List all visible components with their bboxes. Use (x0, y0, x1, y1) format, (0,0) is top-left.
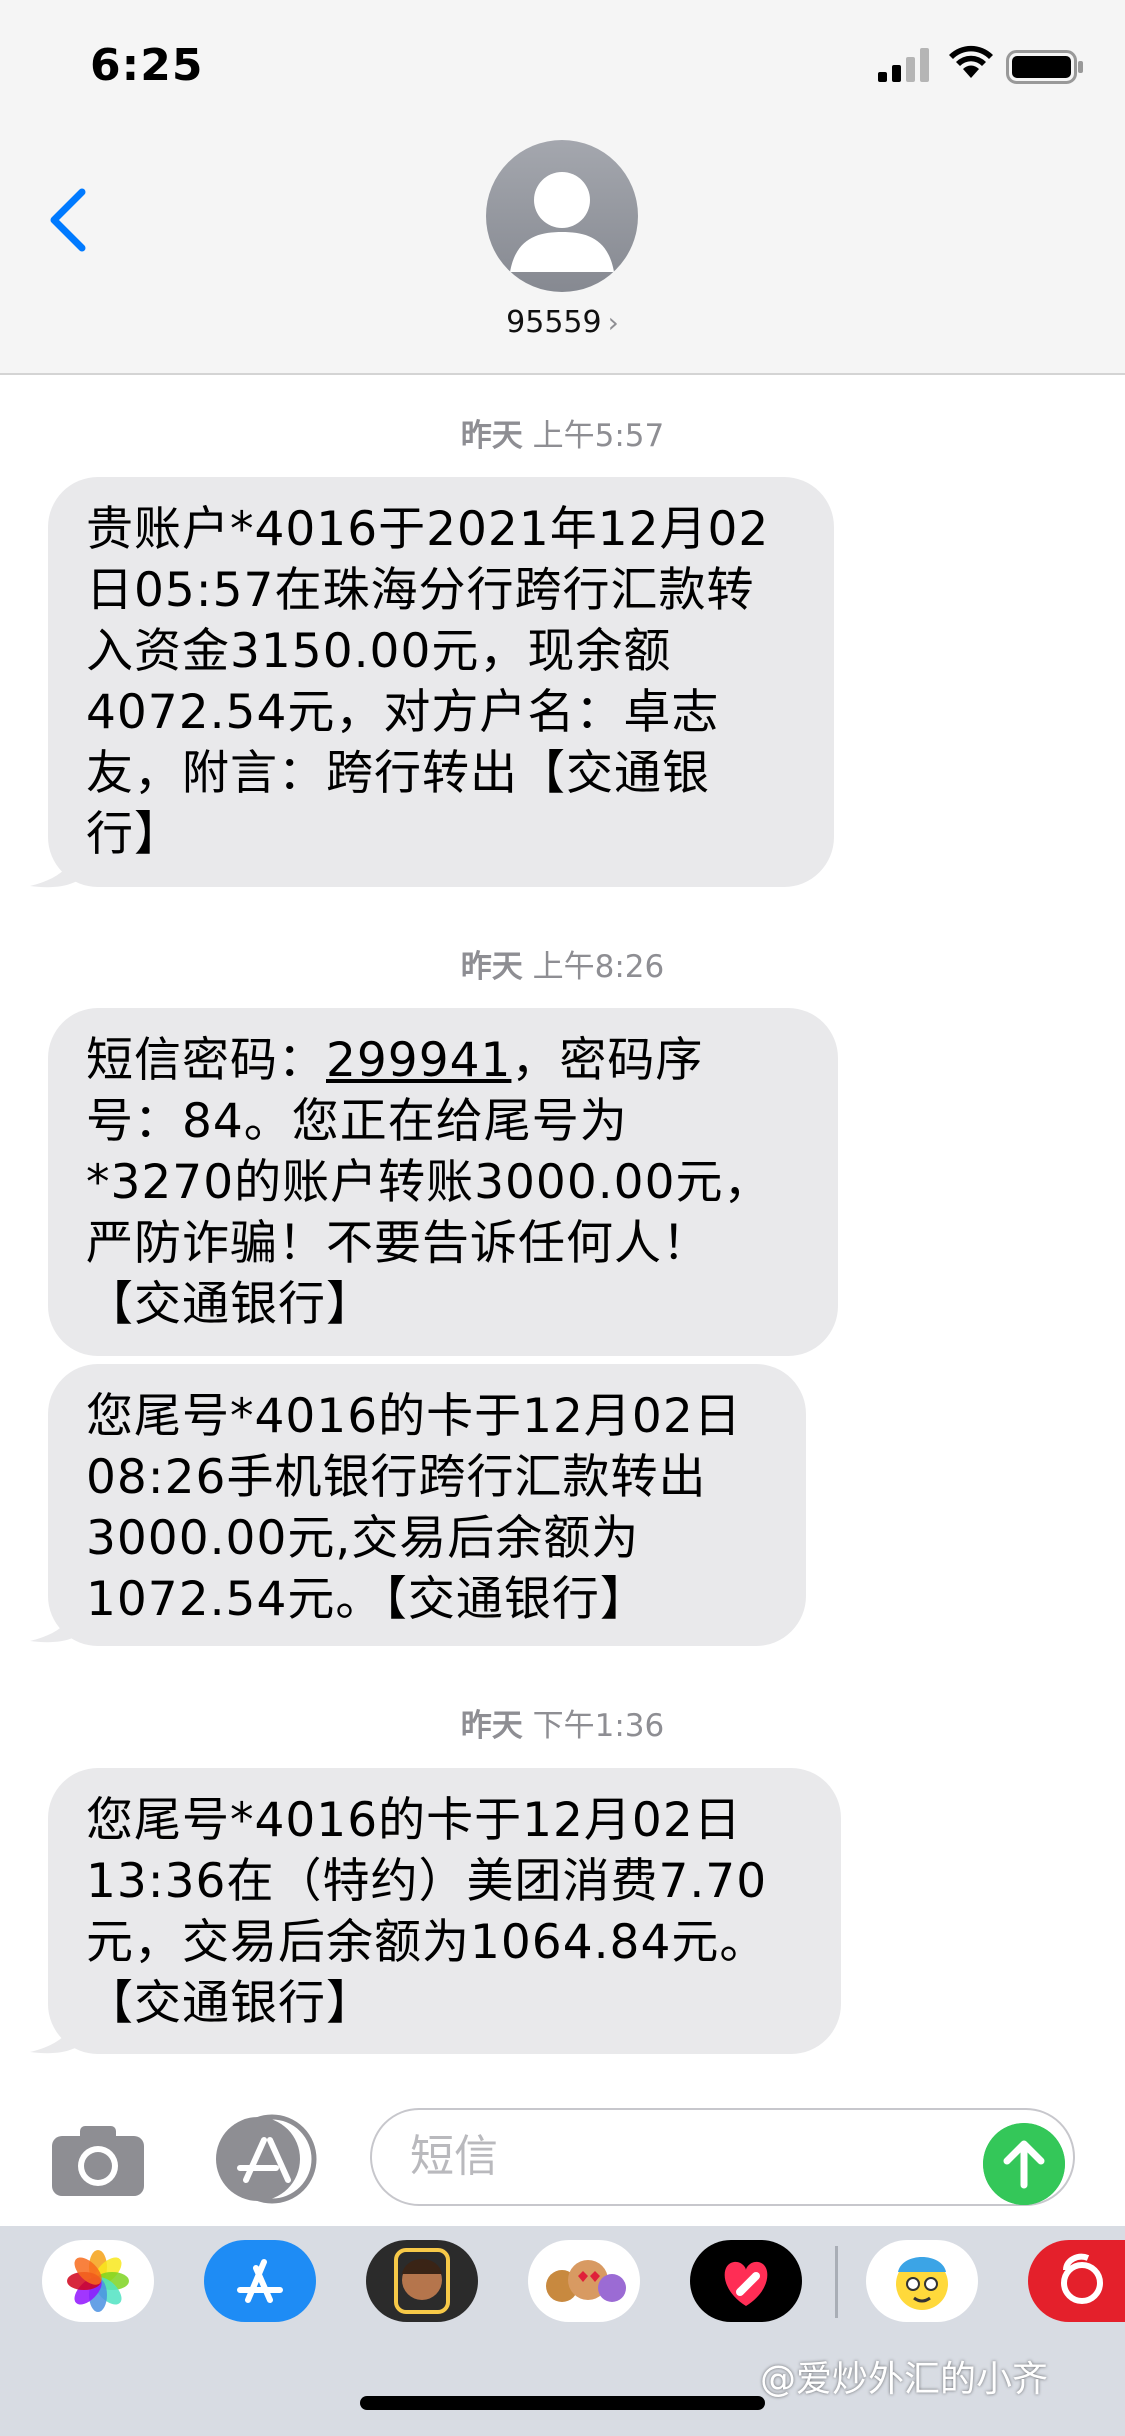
message-line: 【交通银行】 (86, 1277, 374, 1332)
message-line: 08:26手机银行跨行汇款转出 (86, 1450, 707, 1505)
timestamp-time: 下午1:36 (532, 1708, 665, 1744)
verification-code-link[interactable]: 299941 (326, 1033, 511, 1088)
contact-number: 95559 (506, 305, 602, 340)
app-store-icon[interactable] (204, 2240, 316, 2322)
message-text: ，密码序 (511, 1033, 704, 1088)
photos-icon[interactable] (42, 2240, 154, 2322)
message-line: 日05:57在珠海分行跨行汇款转 (86, 563, 755, 618)
message-line: 严防诈骗！不要告诉任何人！ (86, 1216, 710, 1271)
watermark: @爱炒外汇的小齐 (760, 2359, 1049, 2400)
status-time: 6:25 (90, 40, 204, 91)
message-line: 号：84。您正在给尾号为 (86, 1094, 628, 1149)
back-chevron-icon[interactable] (44, 180, 104, 260)
netease-music-icon[interactable] (1028, 2240, 1125, 2322)
message-timestamp: 昨天 上午5:57 (0, 410, 1125, 455)
cellular-signal-icon (878, 48, 929, 82)
message-bubble[interactable]: 短信密码：299941，密码序 号：84。您正在给尾号为 *3270的账户转账3… (48, 1008, 838, 1356)
chevron-right-icon: › (607, 306, 619, 339)
message-line: 4072.54元，对方户名：卓志 (86, 685, 720, 740)
message-line: *3270的账户转账3000.00元， (86, 1155, 772, 1210)
timestamp-day: 昨天 (460, 418, 523, 454)
timestamp-time: 上午5:57 (532, 418, 665, 454)
contact-name[interactable]: 95559 › (0, 305, 1125, 340)
animoji-icon[interactable] (528, 2240, 640, 2322)
message-line: 贵账户*4016于2021年12月02 (86, 502, 770, 557)
timestamp-day: 昨天 (460, 949, 523, 985)
message-bubble[interactable]: 贵账户*4016于2021年12月02 日05:57在珠海分行跨行汇款转 入资金… (48, 477, 834, 887)
status-bar: 6:25 (0, 0, 1125, 140)
contact-avatar[interactable] (486, 140, 638, 292)
timestamp-time: 上午8:26 (532, 949, 665, 985)
person-silhouette-icon (510, 172, 614, 272)
message-bubble[interactable]: 您尾号*4016的卡于12月02日 13:36在（特约）美团消费7.70 元，交… (48, 1768, 841, 2054)
message-timestamp: 昨天 上午8:26 (0, 941, 1125, 986)
message-line: 13:36在（特约）美团消费7.70 (86, 1854, 768, 1909)
message-line: 友，附言：跨行转出【交通银 (86, 746, 710, 801)
message-text: 短信密码： (86, 1033, 326, 1088)
message-line: 3000.00元,交易后余额为 (86, 1511, 640, 1566)
memoji-icon[interactable] (366, 2240, 478, 2322)
message-bubble[interactable]: 您尾号*4016的卡于12月02日 08:26手机银行跨行汇款转出 3000.0… (48, 1364, 806, 1646)
timestamp-day: 昨天 (460, 1708, 523, 1744)
message-line: 【交通银行】 (86, 1976, 374, 2031)
message-line: 入资金3150.00元，现余额 (86, 624, 672, 679)
drawer-divider (835, 2246, 838, 2318)
home-indicator[interactable] (360, 2396, 765, 2410)
message-line: 行】 (86, 807, 182, 862)
wifi-icon (949, 45, 993, 78)
conversation-header: 95559 › (0, 140, 1125, 375)
digital-touch-icon[interactable] (690, 2240, 802, 2322)
sticker-app-icon[interactable] (866, 2240, 978, 2322)
send-arrow-icon[interactable] (983, 2123, 1065, 2205)
message-input[interactable]: 短信 (370, 2108, 1075, 2206)
message-line: 元，交易后余额为1064.84元。 (86, 1915, 768, 1970)
message-line: 您尾号*4016的卡于12月02日 (86, 1389, 742, 1444)
message-timestamp: 昨天 下午1:36 (0, 1700, 1125, 1745)
message-line: 1072.54元。【交通银行】 (86, 1572, 648, 1627)
message-line: 您尾号*4016的卡于12月02日 (86, 1793, 742, 1848)
battery-icon (1006, 50, 1083, 84)
camera-icon[interactable] (50, 2122, 146, 2198)
message-line: 短信密码：299941，密码序 (86, 1030, 798, 1091)
app-store-button-icon[interactable] (210, 2114, 320, 2204)
